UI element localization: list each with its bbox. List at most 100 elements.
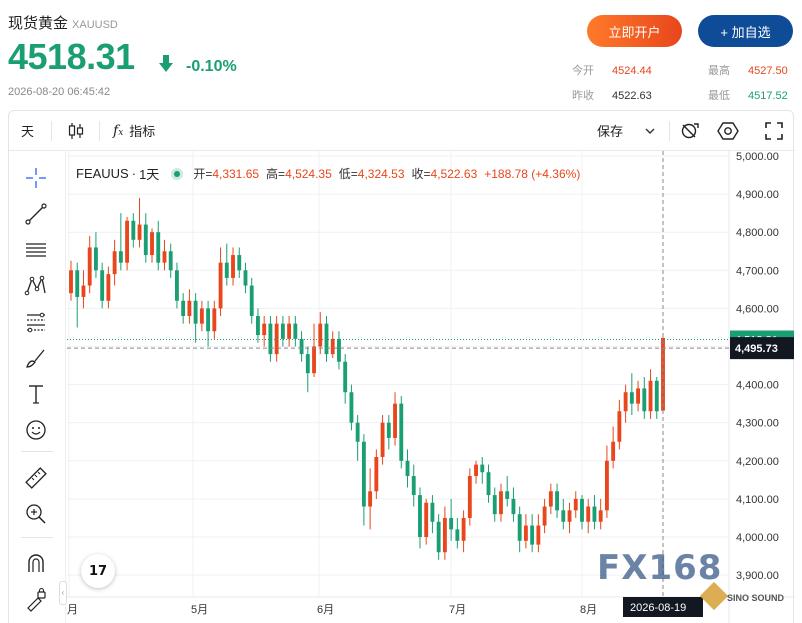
crosshair-date-label: 2026-08-19 <box>630 602 686 614</box>
stat-prev-close-value: 4522.63 <box>612 90 652 102</box>
x-tick-label: 5月 <box>191 604 208 616</box>
candle-body <box>162 251 167 263</box>
legend-high-value: 4,524.35 <box>285 166 332 181</box>
candle-body <box>81 285 86 297</box>
candle-body <box>405 460 410 477</box>
candle-body <box>131 220 136 240</box>
candle-body <box>312 346 316 374</box>
candle-body <box>648 380 653 412</box>
candle-body <box>436 521 441 553</box>
candle-body <box>623 392 628 412</box>
candle-body <box>150 232 154 256</box>
stat-open-label: 今开 <box>572 65 594 77</box>
candle-body <box>461 517 466 541</box>
price-chart[interactable]: 5,000.00 4,900.00 4,800.00 4,700.00 4,600.00… <box>9 111 795 623</box>
candle-body <box>299 338 304 355</box>
tradingview-logo[interactable]: 17 <box>81 554 115 588</box>
quote-timestamp: 2026-08-20 06:45:42 <box>8 86 111 98</box>
candle-body <box>561 510 566 522</box>
legend-separator: · <box>131 166 137 181</box>
candle-body <box>474 464 478 477</box>
candle-body <box>580 498 584 522</box>
stat-open: 今开 4524.44 <box>572 62 652 78</box>
y-tick-label: 4,700.00 <box>736 265 779 277</box>
candle-body <box>287 323 292 339</box>
legend-low-value: 4,324.53 <box>357 166 405 181</box>
candle-body <box>517 514 522 541</box>
candle-body <box>324 323 329 355</box>
legend-high-key: 高= <box>266 167 286 181</box>
candle-body <box>337 338 341 362</box>
stat-high: 最高 4527.50 <box>708 62 788 78</box>
stat-low-label: 最低 <box>708 90 730 102</box>
x-tick-label: 7月 <box>449 604 466 616</box>
candle-body <box>125 220 130 263</box>
y-tick-label: 4,000.00 <box>736 532 779 544</box>
candle-body <box>237 255 242 271</box>
candle-body <box>112 251 117 275</box>
candle-body <box>93 247 98 271</box>
candle-body <box>629 392 634 404</box>
legend-change: +188.78 (+4.36%) <box>484 166 581 181</box>
legend-open-key: 开= <box>193 167 213 181</box>
candle-body <box>586 506 591 522</box>
candle-body <box>654 380 659 412</box>
current-price: 4518.31 <box>8 36 135 77</box>
candle-body <box>530 525 535 545</box>
candle-body <box>355 422 360 442</box>
x-tick-label: 6月 <box>317 604 334 616</box>
stat-low-value: 4517.52 <box>748 90 788 102</box>
candle-body <box>343 361 348 393</box>
candle-body <box>486 472 491 496</box>
candle-body <box>418 495 422 537</box>
candle-body <box>218 262 223 309</box>
candle-body <box>118 251 123 263</box>
candle-body <box>193 300 198 324</box>
candle-body <box>274 323 279 355</box>
candle-body <box>467 476 472 518</box>
open-account-button[interactable]: 立即开户 <box>587 15 682 47</box>
candle-body <box>106 274 111 301</box>
candle-body <box>617 411 622 442</box>
down-arrow-icon <box>159 55 173 72</box>
stat-high-value: 4527.50 <box>748 65 788 77</box>
instrument-code: XAUUSD <box>72 19 118 31</box>
add-watchlist-button[interactable]: + 加自选 <box>698 15 793 47</box>
y-tick-label: 4,800.00 <box>736 227 779 239</box>
stat-prev-close: 昨收 4522.63 <box>572 87 652 103</box>
candle-body <box>305 354 310 374</box>
candle-body <box>604 460 609 511</box>
candle-body <box>181 300 186 317</box>
y-tick-label: 5,000.00 <box>736 151 779 163</box>
legend-low-key: 低= <box>338 167 358 181</box>
y-tick-label: 4,200.00 <box>736 456 779 468</box>
y-tick-label: 3,900.00 <box>736 570 779 582</box>
legend-close-key: 收= <box>411 167 431 181</box>
candle-body <box>499 491 503 515</box>
x-tick-label: 8月 <box>580 604 597 616</box>
y-tick-label: 4,900.00 <box>736 189 779 201</box>
y-tick-label: 4,400.00 <box>736 380 779 392</box>
candle-body <box>280 323 285 339</box>
candle-body <box>523 525 528 541</box>
candle-body <box>536 525 541 545</box>
candle-body <box>262 323 267 336</box>
y-tick-label: 4,300.00 <box>736 418 779 430</box>
candle-body <box>393 403 397 438</box>
x-tick-label: 月 <box>67 604 78 616</box>
candle-body <box>380 422 385 457</box>
candle-body <box>411 476 416 496</box>
instrument-name: 现货黄金 <box>8 15 69 32</box>
crosshair-price-label: 4,495.73 <box>735 343 778 355</box>
candle-body <box>206 308 211 332</box>
candle-body <box>318 323 323 347</box>
y-tick-label: 4,100.00 <box>736 494 779 506</box>
candle-body <box>361 441 366 507</box>
candle-body <box>168 251 173 271</box>
chart-widget: 天 fx 指标 保存 ‹ 5,000.00 4,900.00 4,800.00 … <box>8 110 795 623</box>
candle-body <box>137 224 142 240</box>
legend-symbol: FEAUUS <box>76 166 129 181</box>
sino-sound-brand: SINO SOUND <box>727 593 785 603</box>
stat-open-value: 4524.44 <box>612 65 652 77</box>
candle-body <box>636 388 641 404</box>
